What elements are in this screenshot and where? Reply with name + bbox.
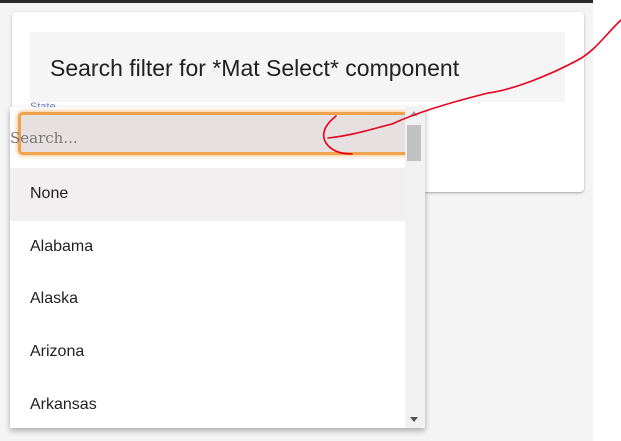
option-arkansas[interactable]: Arkansas	[10, 378, 405, 428]
option-arizona[interactable]: Arizona	[10, 326, 405, 379]
scroll-thumb[interactable]	[407, 125, 421, 161]
option-none[interactable]: None	[10, 168, 405, 221]
option-label: Alabama	[30, 237, 94, 255]
option-alabama[interactable]: Alabama	[10, 221, 405, 274]
search-row	[10, 107, 425, 168]
option-label: None	[30, 185, 69, 203]
state-option-list: None Alabama Alaska Arizona Arkansas	[10, 168, 405, 428]
select-dropdown-panel: None Alabama Alaska Arizona Arkansas	[10, 107, 425, 428]
dropdown-scrollbar[interactable]	[405, 107, 425, 428]
option-label: Alaska	[30, 290, 79, 308]
option-label: Arkansas	[30, 395, 97, 413]
window-top-border	[0, 0, 593, 3]
page-title: Search filter for *Mat Select* component	[50, 55, 460, 81]
arrow-up-icon[interactable]	[410, 111, 418, 116]
page-margin	[593, 0, 621, 441]
arrow-down-icon[interactable]	[410, 417, 418, 422]
option-label: Arizona	[30, 343, 85, 361]
search-input[interactable]	[10, 126, 405, 150]
option-alaska[interactable]: Alaska	[10, 273, 405, 326]
